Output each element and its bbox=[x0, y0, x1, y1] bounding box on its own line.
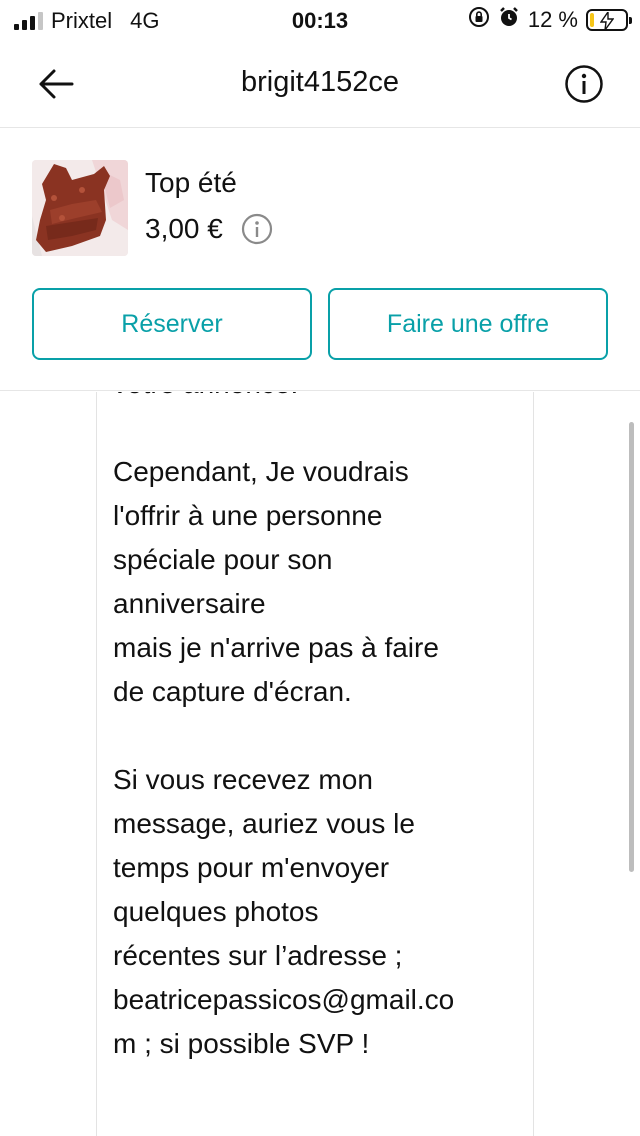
info-circle-icon bbox=[565, 65, 603, 103]
item-price: 3,00 € bbox=[145, 213, 223, 244]
reserve-button[interactable]: Réserver bbox=[32, 288, 312, 360]
info-button[interactable] bbox=[562, 62, 606, 106]
message-bubble: votre annonce. Cependant, Je voudrais l'… bbox=[96, 392, 534, 1136]
conversation-header: brigit4152ce bbox=[0, 40, 640, 128]
status-bar: Prixtel 4G 00:13 12 % bbox=[0, 0, 640, 40]
battery-level bbox=[590, 13, 594, 27]
battery-charging-icon bbox=[586, 9, 632, 31]
item-summary: Top été 3,00 € Réserver Faire une offre bbox=[0, 129, 640, 391]
orientation-lock-icon bbox=[468, 6, 490, 34]
item-price-row: 3,00 € bbox=[145, 213, 273, 245]
item-photo[interactable] bbox=[32, 160, 128, 256]
message-list[interactable]: votre annonce. Cependant, Je voudrais l'… bbox=[0, 392, 640, 1136]
scrollbar[interactable] bbox=[629, 422, 634, 872]
item-title[interactable]: Top été bbox=[145, 167, 237, 199]
alarm-icon bbox=[498, 6, 520, 34]
chat-screen: Prixtel 4G 00:13 12 % brigit4152ce Top é… bbox=[0, 0, 640, 1136]
battery-percent: 12 % bbox=[527, 7, 578, 32]
message-text: votre annonce. Cependant, Je voudrais l'… bbox=[113, 392, 455, 1059]
info-circle-icon[interactable] bbox=[241, 213, 273, 245]
conversation-username[interactable]: brigit4152ce bbox=[0, 66, 640, 99]
make-offer-button[interactable]: Faire une offre bbox=[328, 288, 608, 360]
status-right: 12 % bbox=[468, 6, 632, 34]
